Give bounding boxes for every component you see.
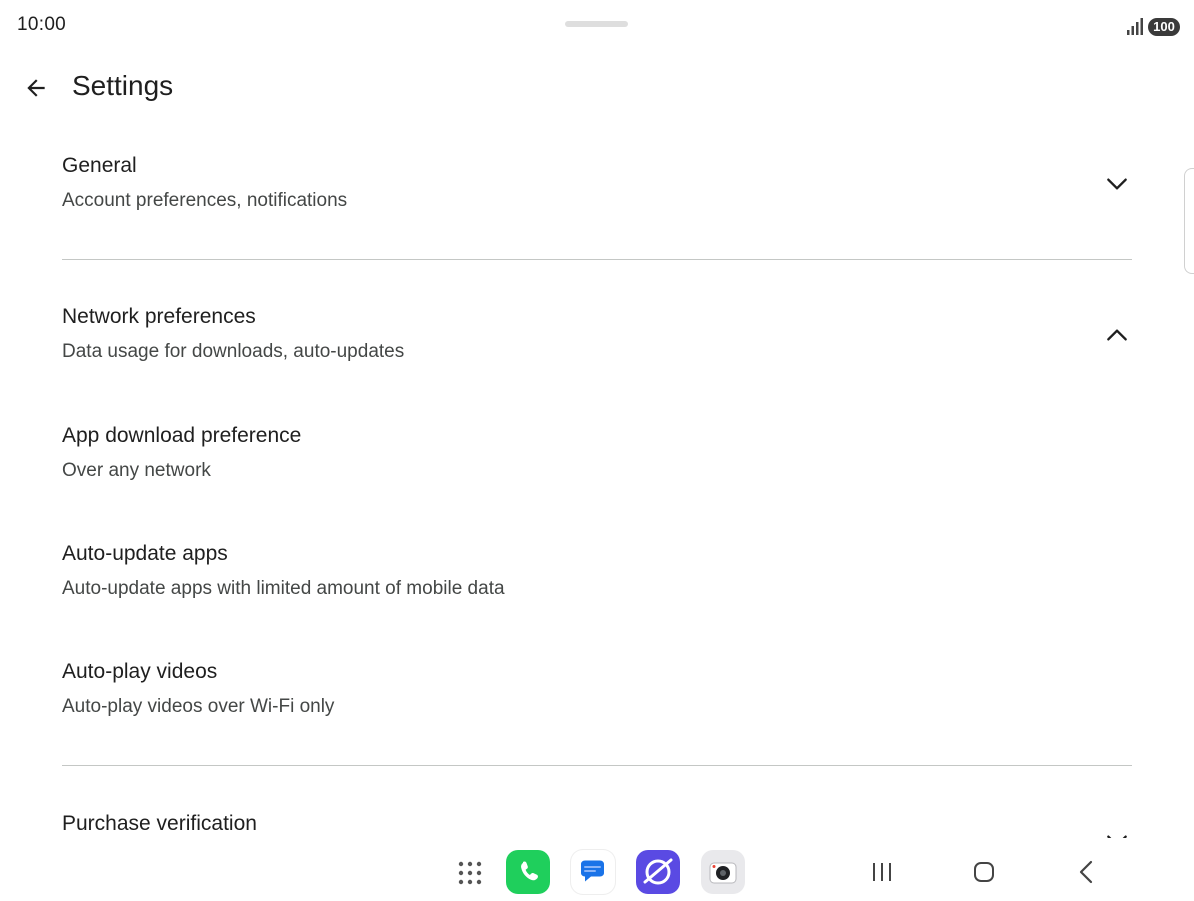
apps-grid-icon[interactable] — [457, 860, 483, 886]
section-general[interactable]: General Account preferences, notificatio… — [62, 152, 1132, 214]
signal-icon — [1127, 18, 1143, 35]
phone-icon[interactable] — [506, 850, 550, 894]
edge-panel-handle[interactable] — [1184, 168, 1194, 274]
setting-title: Auto-update apps — [62, 542, 228, 565]
recents-icon — [873, 863, 891, 881]
divider — [62, 259, 1132, 260]
section-title: General — [62, 154, 137, 177]
back-button[interactable] — [18, 70, 54, 106]
setting-subtitle: Auto-update apps with limited amount of … — [62, 578, 505, 599]
divider — [62, 765, 1132, 766]
home-button[interactable] — [966, 854, 1002, 890]
status-time: 10:00 — [17, 14, 67, 35]
setting-auto-update-apps[interactable]: Auto-update apps Auto-update apps with l… — [62, 540, 1132, 602]
back-nav-icon — [1079, 860, 1093, 884]
battery-indicator: 100 — [1148, 18, 1180, 36]
setting-title: App download preference — [62, 424, 302, 447]
setting-auto-play-videos[interactable]: Auto-play videos Auto-play videos over W… — [62, 658, 1132, 720]
settings-screen: 10:00 100 Settings General Account prefe… — [0, 0, 1194, 901]
setting-title: Auto-play videos — [62, 660, 218, 683]
setting-subtitle: Auto-play videos over Wi-Fi only — [62, 696, 335, 717]
section-subtitle: Data usage for downloads, auto-updates — [62, 341, 405, 362]
taskbar — [0, 838, 1194, 901]
setting-subtitle: Over any network — [62, 460, 211, 481]
internet-icon[interactable] — [636, 850, 680, 894]
camera-icon[interactable] — [701, 850, 745, 894]
chevron-up-icon[interactable] — [1104, 322, 1130, 348]
setting-app-download-preference[interactable]: App download preference Over any network — [62, 422, 1132, 484]
chevron-down-icon[interactable] — [1104, 171, 1130, 197]
messages-icon[interactable] — [571, 850, 615, 894]
back-nav-button[interactable] — [1068, 854, 1104, 890]
section-purchase-verification[interactable]: Purchase verification — [62, 810, 1132, 838]
section-title: Purchase verification — [62, 812, 257, 835]
drag-handle[interactable] — [565, 21, 628, 27]
section-network-preferences[interactable]: Network preferences Data usage for downl… — [62, 303, 1132, 365]
page-title: Settings — [72, 70, 174, 101]
home-icon — [974, 862, 994, 882]
recents-button[interactable] — [864, 854, 900, 890]
section-subtitle: Account preferences, notifications — [62, 190, 348, 211]
arrow-left-icon — [27, 79, 45, 97]
section-title: Network preferences — [62, 305, 256, 328]
